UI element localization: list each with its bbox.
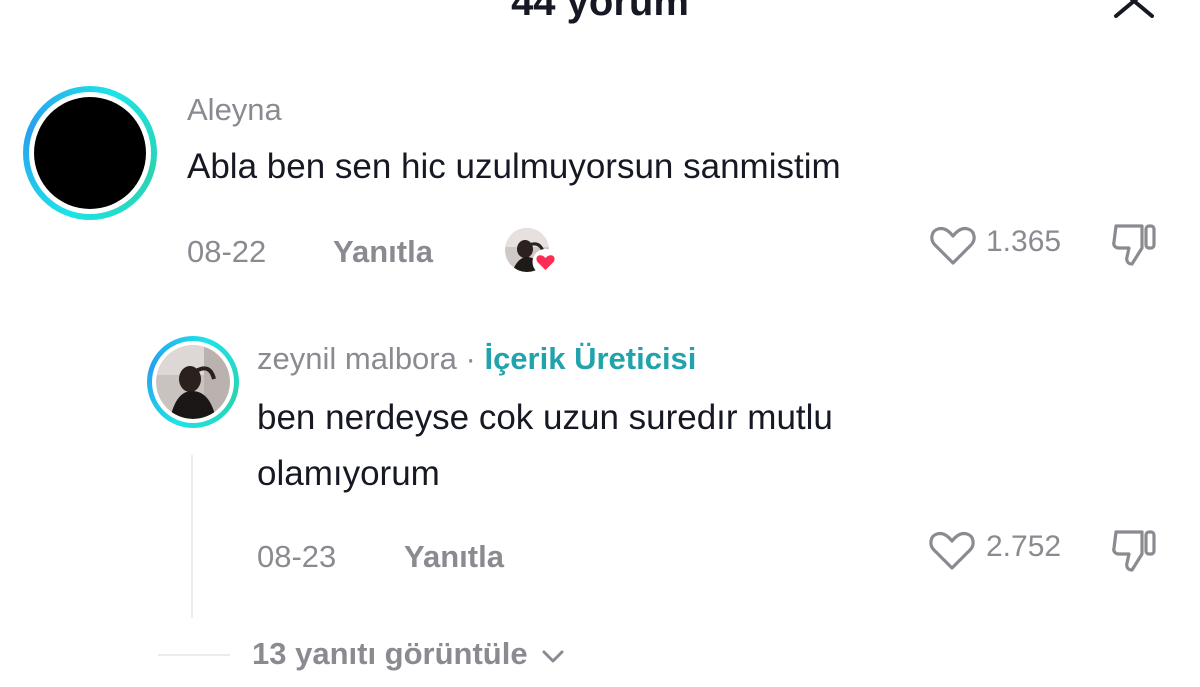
reply-username-line: zeynil malbora · İçerik Üreticisi — [257, 341, 696, 377]
reply-like-count: 2.752 — [986, 530, 1062, 563]
creator-liked-badge — [503, 227, 559, 277]
view-replies-label: 13 yanıtı görüntüle — [252, 636, 528, 671]
chevron-down-icon — [542, 650, 564, 663]
reply-date: 08-23 — [257, 539, 337, 574]
avatar[interactable] — [23, 86, 157, 220]
comments-panel: 44 yorum Aleyna Abla ben sen hic uzulmuy… — [0, 0, 1200, 687]
comment-text: Abla ben sen hic uzulmuyorsun sanmistim — [187, 147, 841, 186]
comment-date: 08-22 — [187, 234, 267, 269]
comment-username[interactable]: Aleyna — [187, 92, 282, 128]
dislike-icon[interactable] — [1110, 526, 1160, 574]
reply-text-line1: ben nerdeyse cok uzun suredır mutlu — [257, 398, 833, 437]
heart-outline-icon[interactable] — [928, 528, 976, 572]
liked-heart-icon — [532, 249, 559, 275]
reply-text-line2: olamıyorum — [257, 454, 440, 493]
thread-line — [191, 455, 193, 618]
divider — [158, 654, 230, 656]
heart-outline-icon[interactable] — [929, 223, 977, 267]
like-count: 1.365 — [986, 225, 1062, 258]
creator-photo — [156, 345, 230, 419]
creator-label: İçerik Üreticisi — [484, 341, 697, 376]
comment-count-title: 44 yorum — [511, 0, 689, 24]
reply-reply-button[interactable]: Yanıtla — [404, 539, 504, 575]
reply-username[interactable]: zeynil malbora — [257, 341, 457, 376]
creator-avatar[interactable] — [147, 336, 239, 428]
close-icon[interactable] — [1110, 0, 1158, 18]
view-replies-button[interactable]: 13 yanıtı görüntüle — [252, 636, 566, 672]
separator-dot: · — [465, 341, 476, 376]
dislike-icon[interactable] — [1110, 220, 1160, 268]
reply-button[interactable]: Yanıtla — [333, 234, 433, 270]
